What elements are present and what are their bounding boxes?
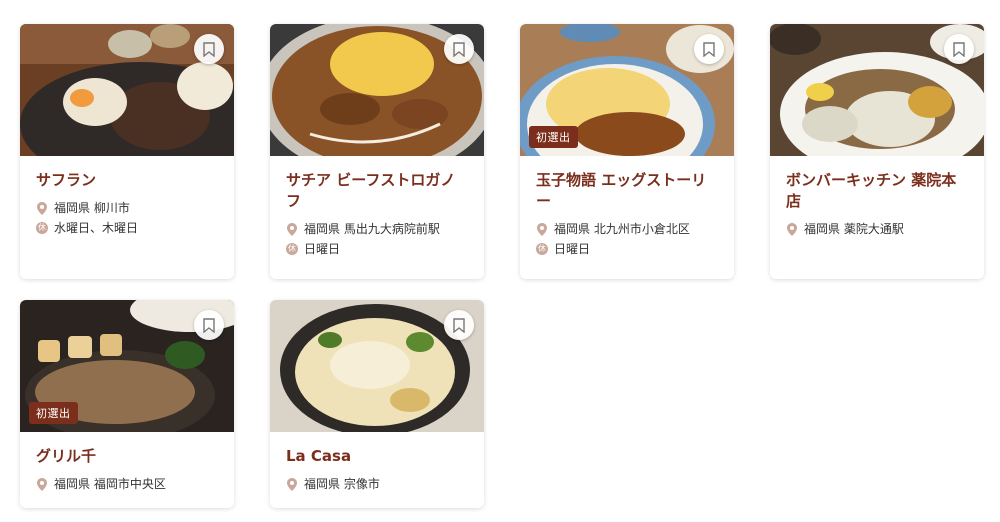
location-text: 福岡県 馬出九大病院前駅 — [304, 222, 440, 236]
restaurant-grid: サフラン 福岡県 柳川市 休 水曜日、木曜日 サチア ビーフストロガノフ 福岡県… — [0, 0, 1000, 522]
restaurant-card[interactable]: 初選出 グリル千 福岡県 福岡市中央区 — [20, 300, 234, 508]
holiday-row: 休 水曜日、木曜日 — [36, 219, 220, 237]
location-text: 福岡県 宗像市 — [304, 477, 380, 491]
location-row: 福岡県 馬出九大病院前駅 — [286, 220, 470, 238]
map-pin-icon — [286, 222, 298, 236]
holiday-row: 休 日曜日 — [536, 240, 720, 258]
new-selection-badge: 初選出 — [29, 402, 78, 424]
holiday-text: 日曜日 — [554, 242, 591, 256]
bookmark-icon — [203, 41, 215, 57]
restaurant-name: サフラン — [36, 171, 97, 189]
restaurant-photo: 初選出 — [20, 300, 234, 432]
restaurant-photo — [270, 24, 484, 156]
bookmark-icon — [453, 317, 465, 333]
location-text: 福岡県 薬院大通駅 — [804, 222, 904, 236]
bookmark-button[interactable] — [944, 34, 974, 64]
map-pin-icon — [286, 477, 298, 491]
holiday-text: 水曜日、木曜日 — [54, 221, 139, 235]
location-row: 福岡県 薬院大通駅 — [786, 220, 970, 238]
bookmark-button[interactable] — [194, 310, 224, 340]
restaurant-card[interactable]: La Casa 福岡県 宗像市 — [270, 300, 484, 508]
restaurant-name: サチア ビーフストロガノフ — [286, 171, 456, 210]
bookmark-icon — [703, 41, 715, 57]
restaurant-card[interactable]: 初選出 玉子物語 エッグストーリー 福岡県 北九州市小倉北区 休 日曜日 — [520, 24, 734, 279]
map-pin-icon — [786, 222, 798, 236]
map-pin-icon — [36, 201, 48, 215]
restaurant-card[interactable]: ボンバーキッチン 薬院本店 福岡県 薬院大通駅 — [770, 24, 984, 279]
restaurant-name: 玉子物語 エッグストーリー — [536, 171, 707, 210]
map-pin-icon — [536, 222, 548, 236]
location-text: 福岡県 福岡市中央区 — [54, 477, 166, 491]
bookmark-button[interactable] — [444, 34, 474, 64]
location-row: 福岡県 宗像市 — [286, 475, 470, 493]
location-text: 福岡県 北九州市小倉北区 — [554, 222, 690, 236]
restaurant-photo — [270, 300, 484, 432]
bookmark-icon — [953, 41, 965, 57]
holiday-row: 休 日曜日 — [286, 240, 470, 258]
restaurant-card[interactable]: サチア ビーフストロガノフ 福岡県 馬出九大病院前駅 休 日曜日 — [270, 24, 484, 279]
location-text: 福岡県 柳川市 — [54, 201, 130, 215]
new-selection-badge: 初選出 — [529, 126, 578, 148]
restaurant-card[interactable]: サフラン 福岡県 柳川市 休 水曜日、木曜日 — [20, 24, 234, 279]
restaurant-photo — [770, 24, 984, 156]
location-row: 福岡県 福岡市中央区 — [36, 475, 220, 493]
location-row: 福岡県 柳川市 — [36, 199, 220, 217]
restaurant-name: ボンバーキッチン 薬院本店 — [786, 171, 957, 210]
holiday-text: 日曜日 — [304, 242, 341, 256]
holiday-icon: 休 — [286, 243, 298, 255]
map-pin-icon — [36, 477, 48, 491]
bookmark-icon — [203, 317, 215, 333]
restaurant-photo: 初選出 — [520, 24, 734, 156]
bookmark-icon — [453, 41, 465, 57]
restaurant-name: La Casa — [286, 447, 352, 465]
holiday-icon: 休 — [36, 222, 48, 234]
bookmark-button[interactable] — [694, 34, 724, 64]
location-row: 福岡県 北九州市小倉北区 — [536, 220, 720, 238]
restaurant-name: グリル千 — [36, 447, 97, 465]
holiday-icon: 休 — [536, 243, 548, 255]
bookmark-button[interactable] — [444, 310, 474, 340]
bookmark-button[interactable] — [194, 34, 224, 64]
restaurant-photo — [20, 24, 234, 156]
